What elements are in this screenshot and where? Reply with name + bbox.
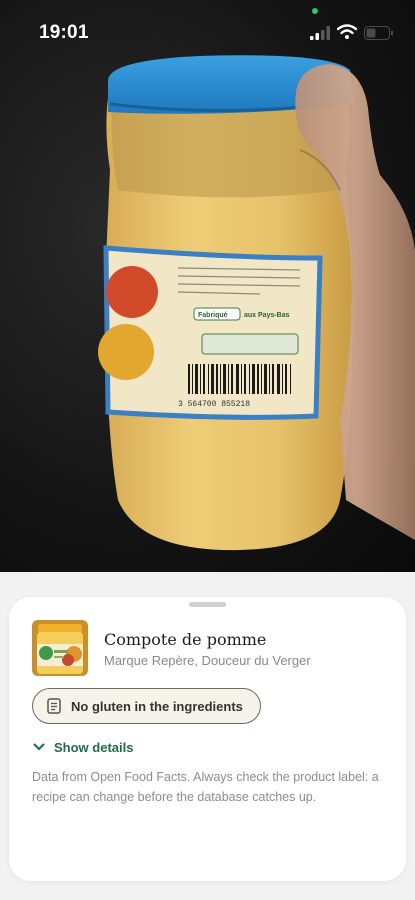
camera-viewfinder[interactable]: Fabriqué aux Pays-Bas 3 564700 855218 19…: [0, 0, 415, 572]
product-title: Compote de pomme: [104, 630, 267, 649]
data-source-disclaimer: Data from Open Food Facts. Always check …: [32, 770, 379, 804]
gluten-verdict-label: No gluten in the ingredients: [71, 698, 243, 714]
cellular-signal-icon: [310, 26, 330, 40]
chevron-down-icon: [33, 743, 45, 750]
camera-in-use-indicator: [312, 8, 318, 14]
product-thumbnail: [32, 620, 88, 676]
wifi-icon: [337, 24, 357, 39]
product-thumbnail-image: [32, 620, 88, 676]
product-result-sheet[interactable]: Compote de pomme Marque Repère, Douceur …: [9, 597, 406, 881]
gluten-verdict-badge[interactable]: No gluten in the ingredients: [32, 688, 261, 724]
label-made-in: Fabriqué: [198, 312, 228, 319]
label-country: aux Pays-Bas: [244, 312, 290, 319]
status-time: 19:01: [39, 22, 89, 43]
show-details-label: Show details: [54, 739, 134, 755]
show-details-toggle[interactable]: Show details: [33, 738, 133, 756]
barcode-number: 3 564700 855218: [178, 400, 250, 409]
status-bar: 19:01: [0, 0, 415, 60]
scanned-jar-photo: Fabriqué aux Pays-Bas 3 564700 855218: [98, 55, 415, 551]
battery-icon: [364, 26, 393, 40]
product-brand: Marque Repère, Douceur du Verger: [104, 653, 311, 668]
sheet-grabber-handle[interactable]: [189, 602, 226, 607]
document-icon: [47, 698, 61, 714]
